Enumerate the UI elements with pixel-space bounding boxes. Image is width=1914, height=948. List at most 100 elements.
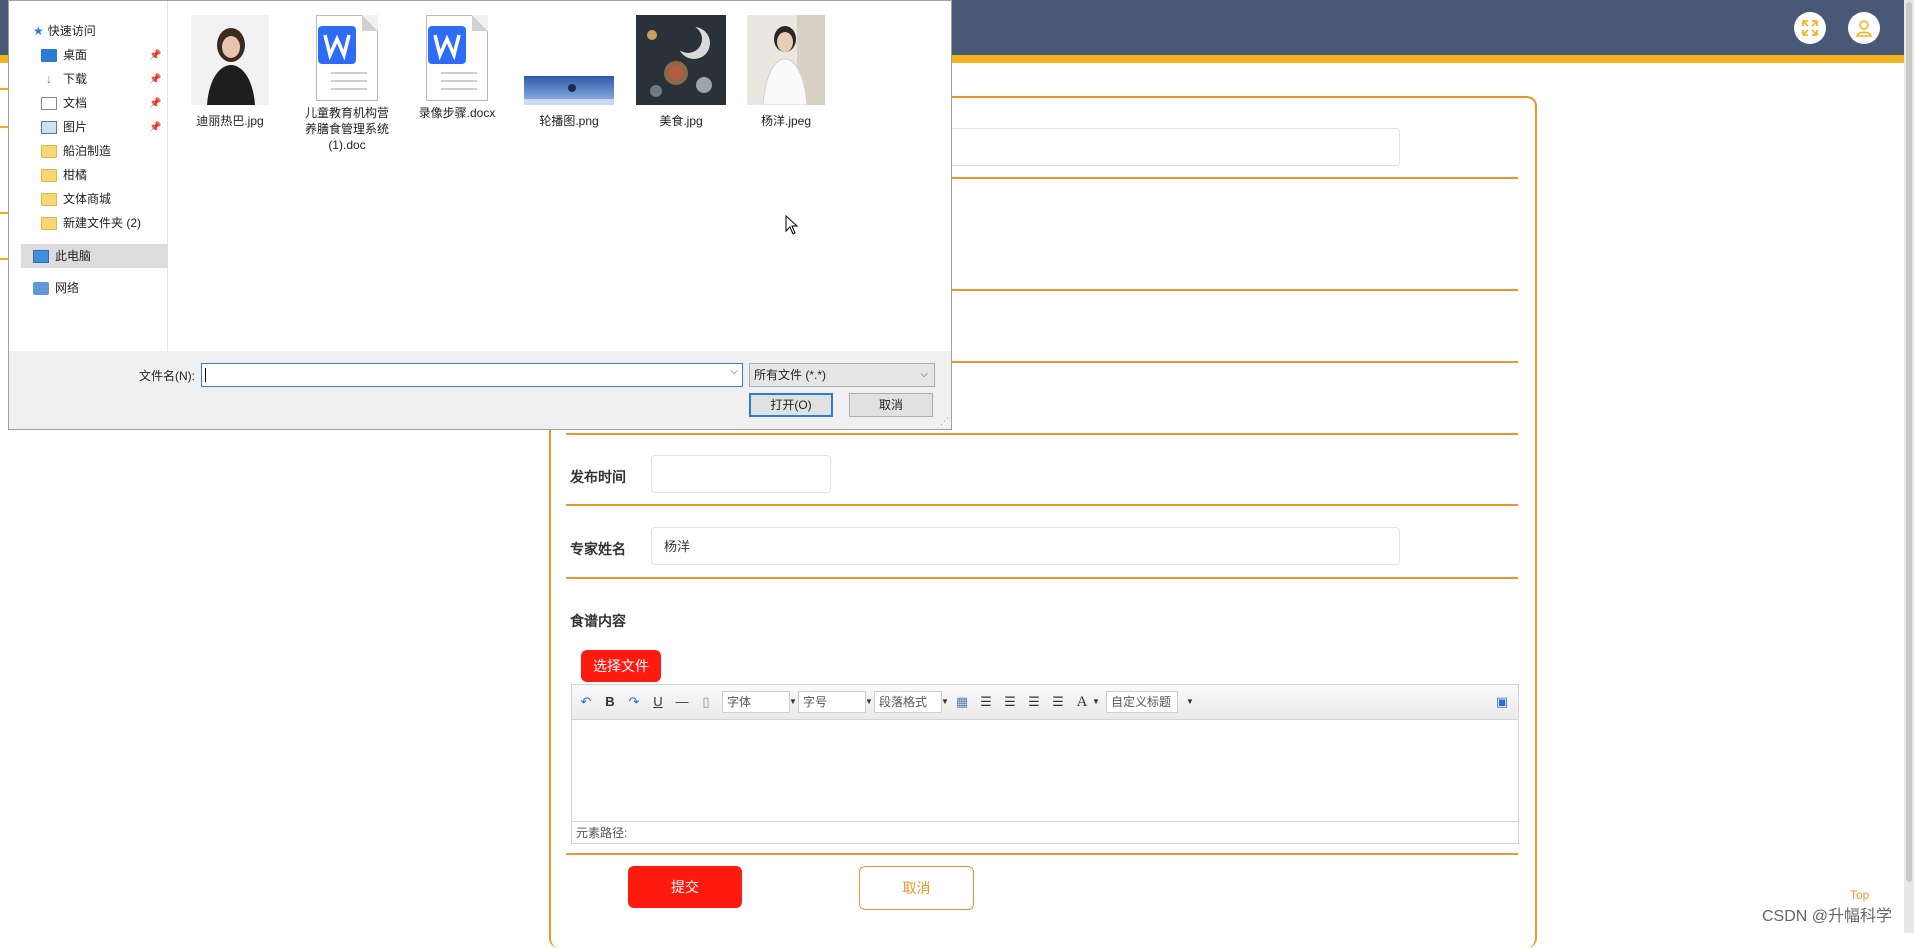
font-family-placeholder: 字体 — [727, 695, 752, 709]
food-thumbnail-icon — [636, 15, 726, 105]
paragraph-format-placeholder: 段落格式 — [879, 695, 928, 709]
filename-input[interactable]: ⌵ — [201, 363, 743, 387]
open-button[interactable]: 打开(O) — [749, 393, 833, 417]
page-scrollbar[interactable] — [1904, 0, 1914, 933]
undo-icon[interactable]: ↶ — [578, 694, 594, 710]
banner-thumbnail-icon — [524, 76, 614, 105]
nav-label: 下载 — [63, 72, 88, 86]
custom-title-placeholder: 自定义标题 — [1111, 695, 1172, 709]
form-divider — [566, 577, 1518, 579]
scrollbar-thumb[interactable] — [1906, 2, 1912, 882]
pin-icon: 📌 — [149, 122, 162, 133]
nav-label: 新建文件夹 (2) — [63, 216, 142, 230]
element-path-bar: 元素路径: — [572, 821, 1518, 843]
nav-label: 文体商城 — [63, 192, 112, 206]
file-item[interactable]: 迪丽热巴.jpg — [190, 15, 270, 129]
file-item[interactable]: 儿童教育机构营养膳食管理系统(1).doc — [302, 15, 392, 153]
document-icon[interactable]: ▯ — [698, 694, 714, 710]
star-icon: ★ — [33, 24, 44, 38]
chevron-down-icon[interactable]: ⌵ — [730, 366, 738, 377]
bold-icon[interactable]: B — [602, 694, 618, 710]
dropdown-arrow-icon: ▼ — [941, 697, 949, 706]
file-item[interactable]: 录像步骤.docx — [412, 15, 502, 121]
nav-item-folder-citrus[interactable]: 柑橘 — [41, 165, 87, 185]
font-size-select[interactable]: 字号 ▼ — [798, 691, 873, 713]
user-icon — [1856, 20, 1872, 37]
choose-file-button[interactable]: 选择文件 — [581, 650, 661, 682]
portrait-thumbnail-icon — [191, 15, 269, 105]
navigation-pane: ★ 快速访问 桌面 📌 ↓ 下载 📌 文档 📌 图片 📌 船泊制造 柑橘 文体商城 … — [9, 1, 173, 351]
portrait-thumbnail-icon — [747, 15, 825, 106]
font-family-select[interactable]: 字体 ▼ — [722, 691, 797, 713]
file-item[interactable]: 美食.jpg — [636, 15, 726, 129]
dropdown-arrow-icon: ▼ — [789, 697, 797, 706]
redo-icon[interactable]: ↷ — [626, 694, 642, 710]
rich-text-editor[interactable]: ↶ B ↷ U — ▯ 字体 ▼ 字号 ▼ 段落格式 ▼ ▦ ☰ ☰ ☰ ☰ A ▼ … — [571, 684, 1519, 844]
download-icon: ↓ — [46, 72, 52, 87]
paragraph-format-select[interactable]: 段落格式 ▼ — [874, 691, 949, 713]
publish-time-input[interactable] — [651, 455, 831, 493]
nav-label: 网络 — [55, 281, 80, 295]
file-item[interactable]: 轮播图.png — [524, 15, 614, 129]
file-list-pane: 迪丽热巴.jpg 儿童教育机构营养膳食管理系统(1).doc 录像步骤.docx — [168, 1, 951, 351]
nav-item-folder-mall[interactable]: 文体商城 — [41, 189, 111, 209]
nav-label: 桌面 — [63, 48, 88, 62]
resize-grip-icon[interactable]: ⋰ — [940, 416, 949, 427]
fullscreen-icon — [1802, 20, 1818, 36]
nav-network[interactable]: 网络 — [33, 278, 79, 298]
fullscreen-button[interactable] — [1794, 12, 1826, 44]
recipe-content-label: 食谱内容 — [570, 613, 626, 629]
file-name: 录像步骤.docx — [418, 106, 496, 120]
table-icon[interactable]: ▦ — [954, 694, 970, 710]
nav-item-downloads[interactable]: ↓ 下载 — [41, 69, 87, 89]
nav-quick-access[interactable]: ★ 快速访问 — [33, 21, 96, 41]
network-icon — [33, 282, 49, 296]
align-center-icon[interactable]: ☰ — [1026, 694, 1042, 710]
form-cancel-button[interactable]: 取消 — [859, 866, 974, 910]
align-left-icon[interactable]: ☰ — [978, 694, 994, 710]
nav-item-documents[interactable]: 文档 — [41, 93, 87, 113]
folder-icon — [41, 169, 57, 183]
align-justify-icon[interactable]: ☰ — [1050, 694, 1066, 710]
custom-title-select[interactable]: 自定义标题 — [1106, 691, 1178, 713]
documents-icon — [41, 97, 57, 111]
back-to-top-link[interactable]: Top — [1850, 888, 1869, 902]
publish-time-label: 发布时间 — [570, 469, 626, 485]
computer-icon — [33, 250, 49, 264]
user-menu-button[interactable] — [1848, 12, 1880, 44]
dropdown-arrow-icon: ▼ — [865, 697, 873, 706]
nav-this-pc[interactable]: 此电脑 — [33, 246, 91, 266]
form-divider — [566, 433, 1518, 435]
font-color-dropdown-icon[interactable]: ▼ — [1088, 694, 1104, 710]
form-divider — [566, 853, 1518, 855]
title-input-partial[interactable] — [940, 128, 1400, 166]
file-open-dialog: ★ 快速访问 桌面 📌 ↓ 下载 📌 文档 📌 图片 📌 船泊制造 柑橘 文体商城 … — [8, 0, 952, 430]
expert-name-input[interactable]: 杨洋 — [651, 527, 1400, 565]
underline-icon[interactable]: U — [650, 694, 666, 710]
nav-item-folder-new[interactable]: 新建文件夹 (2) — [41, 213, 141, 233]
watermark: CSDN @升幅科学 — [1762, 908, 1893, 925]
folder-icon — [41, 145, 57, 159]
folder-icon — [41, 217, 57, 231]
dialog-cancel-button[interactable]: 取消 — [849, 393, 933, 417]
pin-icon: 📌 — [149, 74, 162, 85]
align-right-icon[interactable]: ☰ — [1002, 694, 1018, 710]
file-item[interactable]: 杨洋.jpeg — [746, 15, 826, 129]
font-size-placeholder: 字号 — [803, 695, 828, 709]
sidebar-edge-mark — [0, 126, 8, 128]
file-type-select[interactable]: 所有文件 (*.*) ⌵ — [749, 363, 935, 387]
expert-name-label: 专家姓名 — [570, 541, 626, 557]
dialog-bottom-bar: 文件名(N): ⌵ 所有文件 (*.*) ⌵ 打开(O) 取消 ⋰ — [9, 351, 951, 429]
editor-toolbar: ↶ B ↷ U — ▯ 字体 ▼ 字号 ▼ 段落格式 ▼ ▦ ☰ ☰ ☰ ☰ A ▼ … — [572, 685, 1518, 720]
word-document-icon — [426, 15, 488, 101]
submit-button[interactable]: 提交 — [628, 866, 742, 908]
pin-icon: 📌 — [149, 98, 162, 109]
nav-item-folder-ship[interactable]: 船泊制造 — [41, 141, 111, 161]
nav-item-desktop[interactable]: 桌面 — [41, 45, 87, 65]
preview-icon[interactable]: ▣ — [1494, 694, 1510, 710]
custom-title-dropdown-icon[interactable]: ▼ — [1182, 694, 1198, 710]
horizontal-rule-icon[interactable]: — — [674, 694, 690, 710]
nav-label: 此电脑 — [55, 249, 92, 263]
file-name: 儿童教育机构营养膳食管理系统(1).doc — [304, 106, 389, 152]
nav-item-pictures[interactable]: 图片 — [41, 117, 87, 137]
